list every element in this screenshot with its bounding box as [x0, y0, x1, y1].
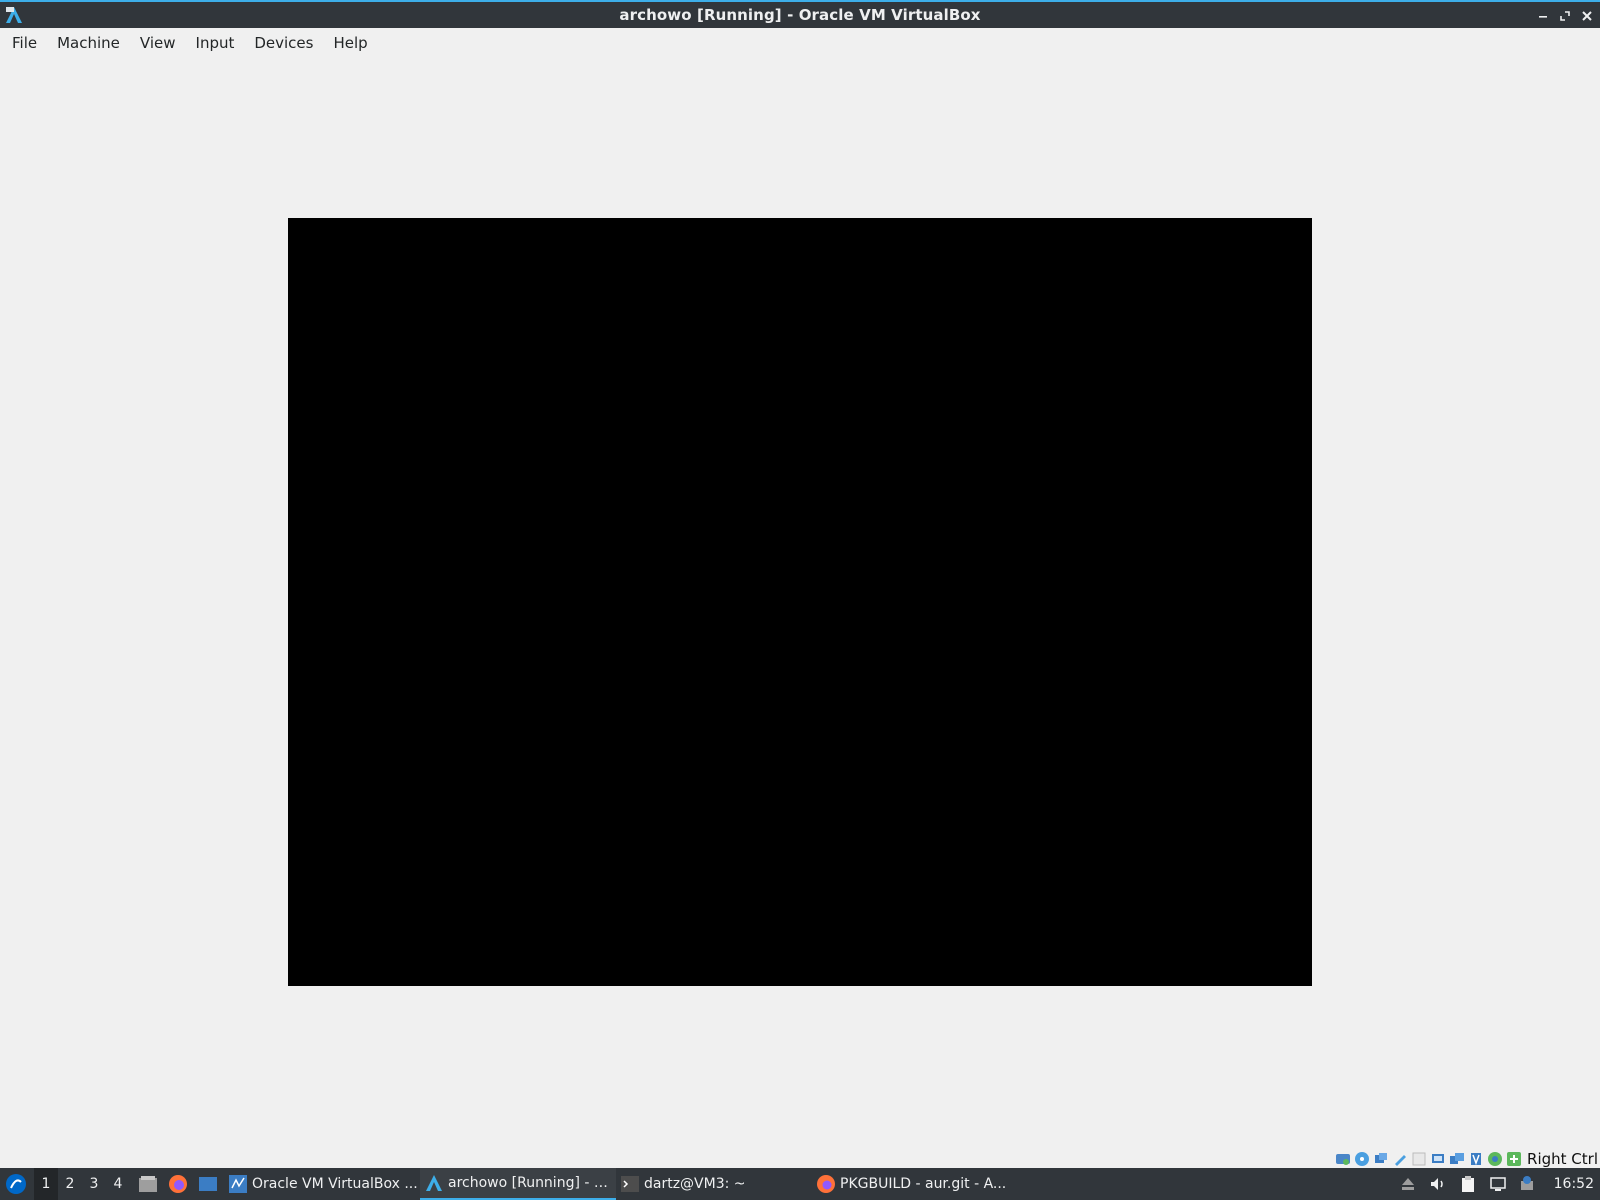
lubuntu-logo-icon	[6, 1174, 26, 1194]
desktop-1[interactable]: 1	[34, 1168, 58, 1200]
desktop-switcher: 1 2 3 4	[34, 1168, 130, 1200]
minimize-button[interactable]	[1534, 6, 1552, 26]
firefox-icon[interactable]	[166, 1172, 190, 1196]
usb-icon[interactable]	[1411, 1151, 1427, 1167]
update-notifier-icon[interactable]	[1518, 1174, 1538, 1194]
quick-launch	[136, 1172, 220, 1196]
task-label: archowo [Running] - O...	[448, 1175, 616, 1191]
firefox-icon	[816, 1174, 836, 1194]
desktop-3[interactable]: 3	[82, 1168, 106, 1200]
shared-folders-icon[interactable]	[1430, 1151, 1446, 1167]
taskbar: 1 2 3 4 Oracle VM VirtualBox ... archowo…	[0, 1168, 1600, 1200]
menu-devices[interactable]: Devices	[244, 30, 323, 56]
virtualbox-vm-icon	[424, 1173, 444, 1193]
desktop-2[interactable]: 2	[58, 1168, 82, 1200]
task-label: dartz@VM3: ~	[644, 1176, 746, 1192]
network-icon[interactable]	[1392, 1151, 1408, 1167]
menu-input[interactable]: Input	[186, 30, 245, 56]
menu-view[interactable]: View	[130, 30, 186, 56]
clock[interactable]: 16:52	[1554, 1176, 1594, 1192]
application-menu-button[interactable]	[2, 1168, 30, 1200]
menu-help[interactable]: Help	[323, 30, 377, 56]
hard-disk-icon[interactable]	[1335, 1151, 1351, 1167]
menu-file[interactable]: File	[2, 30, 47, 56]
task-archowo-vm[interactable]: archowo [Running] - O...	[420, 1168, 616, 1200]
close-icon	[1582, 11, 1592, 21]
minimize-icon	[1539, 16, 1547, 18]
task-label: PKGBUILD - aur.git - A...	[840, 1176, 1007, 1192]
close-button[interactable]	[1578, 6, 1596, 26]
task-firefox[interactable]: PKGBUILD - aur.git - A...	[812, 1168, 1008, 1200]
desktop-4[interactable]: 4	[106, 1168, 130, 1200]
desktop-icon[interactable]	[196, 1172, 220, 1196]
file-manager-icon[interactable]	[136, 1172, 160, 1196]
window-title: archowo [Running] - Oracle VM VirtualBox	[619, 6, 981, 24]
menu-bar: File Machine View Input Devices Help	[0, 28, 1600, 58]
removable-media-icon[interactable]	[1398, 1174, 1418, 1194]
task-terminal[interactable]: dartz@VM3: ~	[616, 1168, 812, 1200]
title-bar[interactable]: archowo [Running] - Oracle VM VirtualBox	[0, 0, 1600, 28]
display-icon[interactable]	[1449, 1151, 1465, 1167]
vm-screen[interactable]	[288, 218, 1312, 986]
mouse-integration-icon[interactable]	[1506, 1151, 1522, 1167]
task-virtualbox-manager[interactable]: Oracle VM VirtualBox ...	[224, 1168, 420, 1200]
maximize-icon	[1560, 11, 1570, 21]
task-label: Oracle VM VirtualBox ...	[252, 1176, 418, 1192]
menu-machine[interactable]: Machine	[47, 30, 130, 56]
volume-icon[interactable]	[1428, 1174, 1448, 1194]
recording-icon[interactable]	[1468, 1151, 1484, 1167]
maximize-button[interactable]	[1556, 6, 1574, 26]
terminal-icon	[620, 1174, 640, 1194]
clipboard-icon[interactable]	[1458, 1174, 1478, 1194]
host-key-label[interactable]: Right Ctrl	[1527, 1150, 1598, 1168]
task-list: Oracle VM VirtualBox ... archowo [Runnin…	[224, 1168, 1008, 1200]
vt-x-icon[interactable]	[1487, 1151, 1503, 1167]
optical-drive-icon[interactable]	[1354, 1151, 1370, 1167]
system-tray: 16:52	[1398, 1168, 1594, 1200]
virtualbox-manager-icon	[228, 1174, 248, 1194]
network-tray-icon[interactable]	[1488, 1174, 1508, 1194]
audio-icon[interactable]	[1373, 1151, 1389, 1167]
